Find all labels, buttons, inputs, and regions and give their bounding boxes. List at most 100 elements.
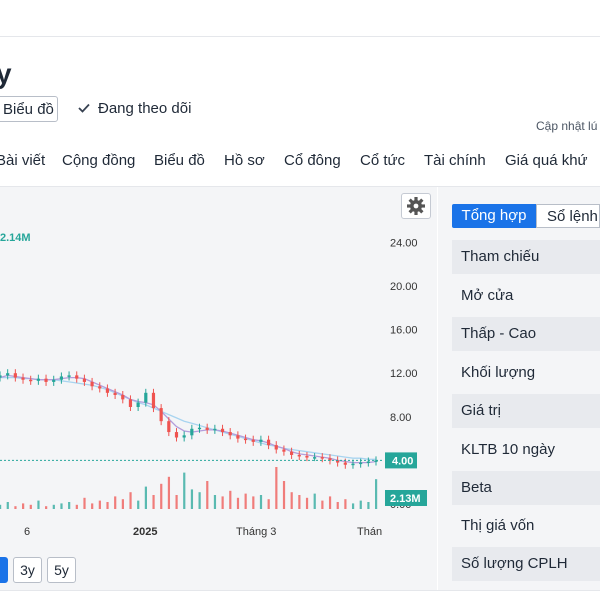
volume-bar — [213, 495, 217, 509]
volume-bar — [367, 502, 370, 509]
volume-bar — [6, 502, 9, 509]
candle-body — [151, 392, 156, 409]
candle-body — [297, 454, 301, 457]
volume-top-label: 2.14M — [0, 232, 31, 244]
last-price-label: 4.00 — [392, 455, 413, 467]
row-volume: Khối lượng — [461, 364, 536, 381]
y-tick-label: 8.00 — [390, 412, 411, 424]
tab-overview[interactable]: Tổng hợp — [452, 204, 536, 228]
range-button-3y[interactable]: 3y — [13, 557, 42, 583]
chart-button[interactable]: Biểu đồ — [0, 96, 58, 122]
tab-shareholders[interactable]: Cổ đông — [284, 152, 341, 169]
volume-bar — [290, 492, 293, 509]
volume-bar — [14, 506, 17, 509]
chart-settings-button[interactable] — [401, 193, 431, 219]
last-volume-label: 2.13M — [390, 493, 421, 505]
candle-body — [136, 402, 140, 407]
candle-body — [159, 408, 163, 422]
ma-long-line — [0, 376, 376, 460]
volume-bar — [328, 496, 332, 509]
y-tick-label: 16.00 — [390, 325, 418, 337]
volume-bar — [282, 481, 286, 509]
volume-bar — [221, 496, 224, 509]
candle-body — [0, 375, 2, 378]
candle-body — [174, 432, 179, 438]
y-tick-label: 20.00 — [390, 281, 418, 293]
volume-bar — [29, 504, 32, 509]
tab-profile[interactable]: Hồ sơ — [224, 152, 265, 169]
row-reference: Tham chiếu — [452, 240, 600, 274]
volume-bar — [321, 500, 324, 509]
x-tick-label: 2025 — [133, 526, 157, 538]
volume-bar — [267, 499, 270, 509]
volume-bar — [351, 503, 355, 509]
tab-dividends[interactable]: Cổ tức — [360, 152, 405, 169]
x-tick-label: Thán — [357, 526, 382, 538]
tab-finance[interactable]: Tài chính — [424, 152, 486, 169]
range-button-active[interactable] — [0, 557, 8, 583]
candle-body — [128, 399, 133, 407]
volume-bar — [275, 467, 278, 509]
candle-body — [113, 392, 117, 395]
candle-body — [274, 445, 278, 450]
candle-body — [190, 428, 194, 436]
volume-bar — [229, 490, 232, 509]
range-button-5y[interactable]: 5y — [47, 557, 76, 583]
volume-bar — [52, 504, 55, 509]
candle-body — [205, 427, 209, 430]
candle-body — [313, 457, 317, 459]
volume-bar — [236, 497, 240, 509]
candle-body — [182, 435, 186, 438]
volume-bar — [183, 472, 186, 509]
candle-body — [359, 462, 363, 465]
price-chart[interactable]: 2.14M 24.0020.0016.0012.008.004.000.0062… — [0, 187, 437, 590]
follow-label: Đang theo dõi — [98, 100, 192, 117]
candle-body — [67, 375, 71, 377]
y-tick-label: 24.00 — [390, 237, 418, 249]
candle-body — [59, 376, 63, 380]
candle-body — [75, 375, 79, 379]
candle-body — [98, 386, 102, 389]
candle-body — [366, 461, 370, 463]
candle-body — [90, 381, 94, 387]
volume-bar — [137, 500, 140, 509]
candle-body — [21, 377, 25, 380]
tab-price-history[interactable]: Giá quá khứ — [505, 152, 588, 169]
volume-bar — [144, 486, 147, 509]
volume-bar — [298, 495, 301, 509]
candle-body — [305, 456, 309, 458]
volume-bar — [68, 502, 71, 509]
candle-body — [243, 438, 248, 441]
follow-toggle[interactable]: Đang theo dõi — [78, 100, 191, 117]
candle-body — [197, 427, 202, 430]
tab-chart[interactable]: Biểu đồ — [154, 152, 205, 169]
volume-bar — [83, 497, 86, 509]
volume-bar — [259, 495, 263, 509]
tab-orderbook[interactable]: Sổ lệnh — [536, 204, 600, 228]
volume-bar — [244, 493, 247, 509]
volume-bar — [359, 500, 362, 509]
volume-bar — [45, 506, 48, 509]
candle-body — [289, 451, 294, 455]
candle-body — [52, 379, 56, 382]
ma-short-line — [0, 374, 377, 464]
volume-bar — [75, 504, 78, 509]
volume-bar — [0, 504, 2, 509]
row-low-high: Thấp - Cao — [452, 317, 600, 351]
page-title: y — [0, 58, 12, 89]
candle-body — [343, 462, 347, 465]
volume-bar — [175, 495, 178, 509]
volume-bar — [198, 492, 201, 509]
candle-body — [213, 428, 217, 431]
volume-bar — [106, 502, 109, 509]
candle-body — [351, 463, 355, 466]
volume-bar — [22, 503, 25, 509]
volume-bar — [37, 500, 40, 509]
volume-bar — [206, 481, 209, 509]
volume-bar — [336, 502, 339, 509]
candle-body — [82, 378, 87, 382]
x-tick-label: Tháng 3 — [236, 526, 276, 538]
tab-community[interactable]: Cộng đồng — [62, 152, 135, 169]
tab-posts[interactable]: Bài viết — [0, 152, 45, 169]
candle-body — [105, 388, 110, 393]
